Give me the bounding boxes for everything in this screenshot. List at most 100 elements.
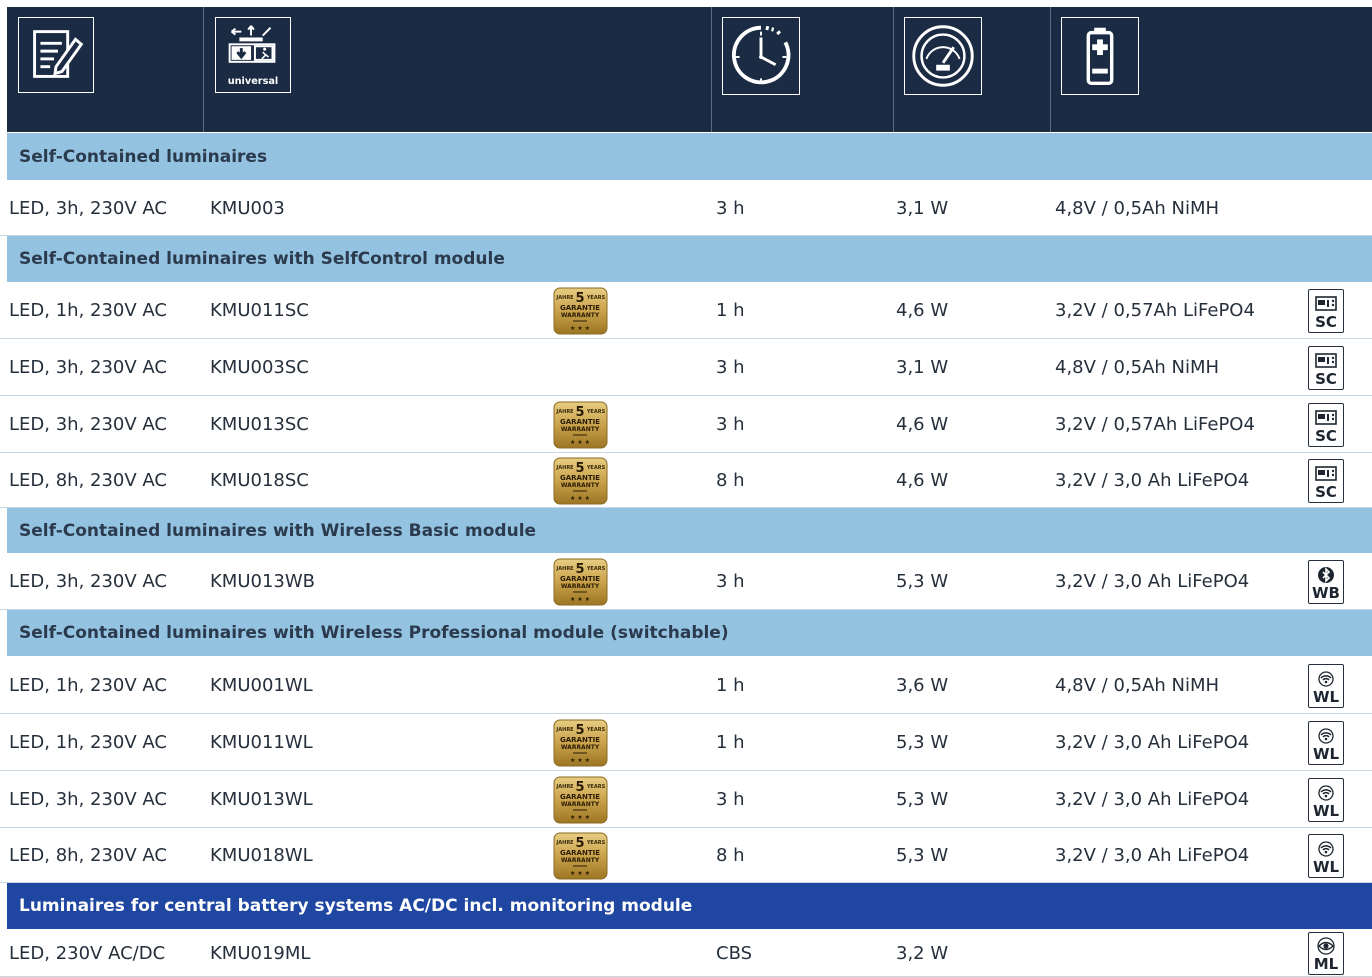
cell-power: 3,1 W <box>896 197 949 219</box>
svg-text:YEARS: YEARS <box>586 727 606 733</box>
svg-text:WARRANTY: WARRANTY <box>561 583 600 590</box>
svg-text:universal: universal <box>228 76 279 87</box>
document-pencil-icon <box>18 17 94 93</box>
battery-icon <box>1061 17 1139 95</box>
cell-description: LED, 3h, 230V AC <box>9 570 167 592</box>
cell-power: 3,2 W <box>896 942 949 964</box>
module-badge-sc: SC <box>1308 289 1344 333</box>
section-title: Self-Contained luminaires with Wireless … <box>19 520 537 541</box>
cell-article-number: KMU013SC <box>210 413 309 435</box>
module-badge-sc: SC <box>1308 459 1344 503</box>
cell-battery: 4,8V / 0,5Ah NiMH <box>1055 356 1220 378</box>
cell-battery: 3,2V / 3,0 Ah LiFePO4 <box>1055 570 1250 592</box>
cell-duration: 3 h <box>716 356 745 378</box>
warranty-5-years-badge: JAHRE 5 YEARS GARANTIE WARRANTY ★ ★ ★ <box>553 457 608 505</box>
table-row: LED, 1h, 230V AC KMU011WL 1 h 5,3 W 3,2V / 3… <box>0 714 1372 771</box>
cell-duration: 3 h <box>716 788 745 810</box>
svg-text:YEARS: YEARS <box>586 840 606 846</box>
module-badge-sc: SC <box>1308 403 1344 447</box>
module-code: ML <box>1313 955 1339 973</box>
cell-description: LED, 8h, 230V AC <box>9 844 167 866</box>
module-badge-wb: WB <box>1308 560 1344 604</box>
cell-battery: 4,8V / 0,5Ah NiMH <box>1055 197 1220 219</box>
section-central-battery: Luminaires for central battery systems A… <box>7 883 1372 929</box>
svg-text:★ ★ ★: ★ ★ ★ <box>570 495 590 502</box>
svg-text:JAHRE: JAHRE <box>555 465 574 471</box>
cell-description: LED, 3h, 230V AC <box>9 356 167 378</box>
cell-duration: 1 h <box>716 299 745 321</box>
cell-duration: 3 h <box>716 197 745 219</box>
module-badge-ml: ML <box>1308 932 1344 975</box>
selfcontrol-device-icon <box>1315 353 1337 368</box>
cell-duration: CBS <box>716 942 753 964</box>
header-col-article: universal <box>203 7 711 132</box>
cell-power: 5,3 W <box>896 570 949 592</box>
cell-power: 5,3 W <box>896 788 949 810</box>
svg-text:WARRANTY: WARRANTY <box>561 482 600 489</box>
svg-text:YEARS: YEARS <box>586 409 606 415</box>
svg-text:★ ★ ★: ★ ★ ★ <box>570 596 590 603</box>
svg-text:JAHRE: JAHRE <box>555 295 574 301</box>
svg-text:WARRANTY: WARRANTY <box>561 312 600 319</box>
eye-monitoring-icon <box>1317 937 1335 955</box>
svg-text:★ ★ ★: ★ ★ ★ <box>570 325 590 332</box>
header-col-battery <box>1050 7 1372 132</box>
module-code: WB <box>1312 584 1340 602</box>
cell-duration: 3 h <box>716 413 745 435</box>
wireless-icon <box>1318 671 1334 687</box>
header-col-duration <box>711 7 893 132</box>
exit-sign-universal-icon: universal <box>215 17 291 93</box>
svg-text:JAHRE: JAHRE <box>555 840 574 846</box>
svg-text:JAHRE: JAHRE <box>555 409 574 415</box>
svg-text:GARANTIE: GARANTIE <box>560 849 600 857</box>
wireless-icon <box>1318 728 1334 744</box>
table-row: LED, 8h, 230V AC KMU018SC 8 h 4,6 W 3,2V / 3… <box>0 453 1372 508</box>
cell-description: LED, 230V AC/DC <box>9 942 166 964</box>
svg-text:GARANTIE: GARANTIE <box>560 418 600 426</box>
module-badge-wl: WL <box>1308 721 1344 765</box>
section-title: Self-Contained luminaires <box>19 146 268 167</box>
cell-article-number: KMU018WL <box>210 844 313 866</box>
svg-text:WARRANTY: WARRANTY <box>561 857 600 864</box>
cell-article-number: KMU019ML <box>210 942 311 964</box>
header-col-power <box>893 7 1050 132</box>
svg-text:★ ★ ★: ★ ★ ★ <box>570 814 590 821</box>
svg-text:YEARS: YEARS <box>586 295 606 301</box>
svg-text:WARRANTY: WARRANTY <box>561 744 600 751</box>
table-row: LED, 3h, 230V AC KMU013SC 3 h 4,6 W 3,2V / 0… <box>0 396 1372 453</box>
cell-description: LED, 3h, 230V AC <box>9 197 167 219</box>
svg-text:YEARS: YEARS <box>586 784 606 790</box>
cell-duration: 8 h <box>716 844 745 866</box>
cell-power: 4,6 W <box>896 413 949 435</box>
svg-text:GARANTIE: GARANTIE <box>560 304 600 312</box>
table-row: LED, 3h, 230V AC KMU013WL 3 h 5,3 W 3,2V / 3… <box>0 771 1372 828</box>
cell-duration: 1 h <box>716 731 745 753</box>
module-badge-wl: WL <box>1308 664 1344 708</box>
wireless-icon <box>1318 841 1334 857</box>
module-code: SC <box>1315 370 1337 388</box>
svg-text:YEARS: YEARS <box>586 566 606 572</box>
svg-text:★ ★ ★: ★ ★ ★ <box>570 757 590 764</box>
section-title: Self-Contained luminaires with Wireless … <box>19 623 729 643</box>
table-row: LED, 230V AC/DC KMU019ML CBS 3,2 W ML <box>0 930 1372 977</box>
cell-article-number: KMU003 <box>210 197 285 219</box>
cell-description: LED, 1h, 230V AC <box>9 299 167 321</box>
table-row: LED, 1h, 230V AC KMU011SC 1 h 4,6 W 3,2V / 0… <box>0 282 1372 339</box>
svg-text:GARANTIE: GARANTIE <box>560 474 600 482</box>
svg-text:WARRANTY: WARRANTY <box>561 426 600 433</box>
section-wireless-professional: Self-Contained luminaires with Wireless … <box>7 610 1372 656</box>
cell-article-number: KMU018SC <box>210 469 309 491</box>
table-row: LED, 8h, 230V AC KMU018WL 8 h 5,3 W 3,2V / 3… <box>0 828 1372 883</box>
cell-article-number: KMU011WL <box>210 731 313 753</box>
module-code: WL <box>1312 745 1340 763</box>
module-badge-wl: WL <box>1308 778 1344 822</box>
gauge-power-icon <box>904 17 982 95</box>
cell-description: LED, 1h, 230V AC <box>9 674 167 696</box>
cell-description: LED, 1h, 230V AC <box>9 731 167 753</box>
svg-text:GARANTIE: GARANTIE <box>560 575 600 583</box>
section-title: Luminaires for central battery systems A… <box>19 896 693 916</box>
bluetooth-icon <box>1318 567 1334 583</box>
warranty-5-years-badge: JAHRE 5 YEARS GARANTIE WARRANTY ★ ★ ★ <box>553 719 608 767</box>
clock-duration-icon <box>722 17 800 95</box>
cell-power: 4,6 W <box>896 469 949 491</box>
